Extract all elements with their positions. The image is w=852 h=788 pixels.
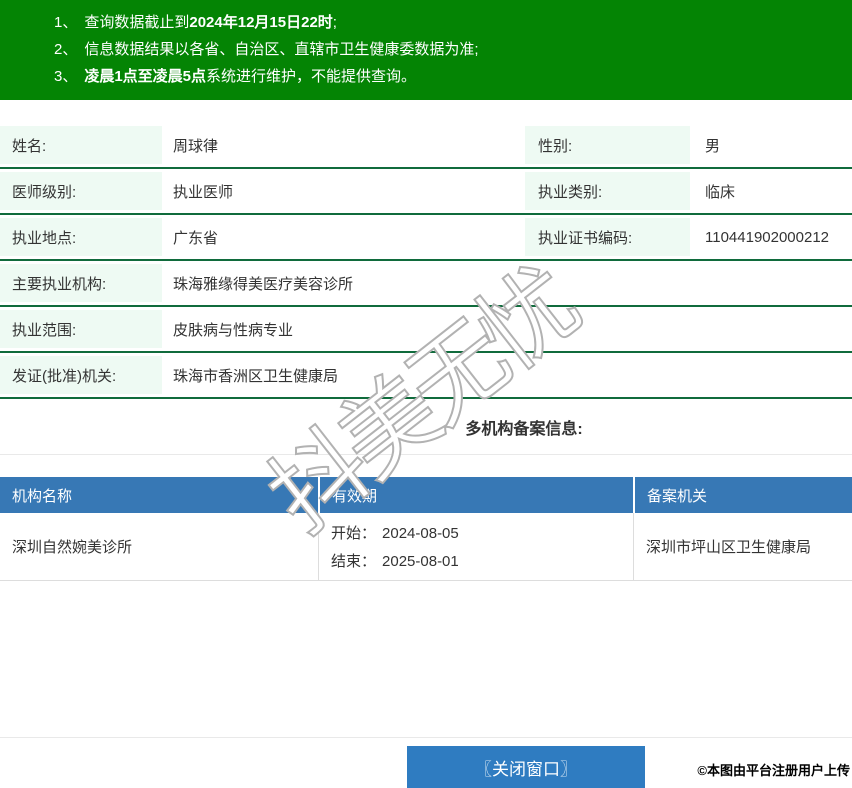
- info-row-main-institution: 主要执业机构: 珠海雅缘得美医疗美容诊所: [0, 261, 852, 307]
- validity-start-date: 2024-08-05: [382, 525, 459, 542]
- upload-copyright-note: ©本图由平台注册用户上传: [697, 763, 850, 778]
- validity-end: 结束： 2025-08-01: [331, 550, 459, 571]
- field-label-level: 医师级别:: [0, 172, 162, 210]
- field-label-category: 执业类别:: [525, 172, 690, 210]
- close-window-button[interactable]: 〖关闭窗口〗: [407, 746, 645, 788]
- notice-text-bold: 2024年12月15日22时: [189, 14, 333, 31]
- notice-line-1: 1、 查询数据截止到2024年12月15日22时;: [54, 9, 832, 36]
- notice-text: 信息数据结果以各省、自治区、直辖市卫生健康委数据为准;: [84, 41, 479, 58]
- filing-table: 机构名称 有效期 备案机关 深圳自然婉美诊所 开始： 2024-08-05 结束：…: [0, 477, 852, 581]
- field-label-cert-number: 执业证书编码:: [525, 218, 690, 256]
- filing-header-validity: 有效期: [318, 477, 633, 513]
- validity-end-date: 2025-08-01: [382, 553, 459, 570]
- field-value-gender: 男: [705, 137, 721, 155]
- filing-authority-cell: 深圳市坪山区卫生健康局: [633, 513, 852, 580]
- filing-header-institution: 机构名称: [12, 487, 73, 505]
- field-label-main-institution: 主要执业机构:: [0, 264, 162, 302]
- info-row-level-category: 医师级别: 执业医师 执业类别: 临床: [0, 169, 852, 215]
- field-label-location: 执业地点:: [0, 218, 162, 256]
- field-value-cert-number: 110441902000212: [705, 228, 830, 246]
- info-row-issuing-authority: 发证(批准)机关: 珠海市香洲区卫生健康局: [0, 353, 852, 399]
- notice-text-bold: 凌晨1点至凌晨5点: [84, 68, 207, 85]
- notice-number: 1、: [54, 14, 78, 31]
- notice-banner: 1、 查询数据截止到2024年12月15日22时; 2、 信息数据结果以各省、自治区…: [0, 0, 852, 100]
- validity-start: 开始： 2024-08-05: [331, 522, 459, 543]
- divider-top: [0, 454, 852, 455]
- field-value-category: 临床: [705, 183, 736, 201]
- notice-number: 2、: [54, 41, 78, 58]
- divider-bottom: [0, 737, 852, 738]
- field-label-name: 姓名:: [0, 126, 162, 164]
- field-label-gender: 性别:: [525, 126, 690, 164]
- validity-end-label: 结束：: [331, 553, 377, 570]
- filing-header-authority: 备案机关: [633, 477, 852, 513]
- filing-row: 深圳自然婉美诊所 开始： 2024-08-05 结束： 2025-08-01 深圳市…: [0, 513, 852, 581]
- field-value-main-institution: 珠海雅缘得美医疗美容诊所: [173, 275, 354, 293]
- notice-text: 系统进行维护，不能提供查询。: [206, 68, 417, 85]
- institution-name-cell: 深圳自然婉美诊所: [12, 539, 133, 556]
- notice-line-3: 3、 凌晨1点至凌晨5点系统进行维护，不能提供查询。: [54, 63, 832, 90]
- notice-number: 3、: [54, 68, 78, 85]
- field-value-issuing-authority: 珠海市香洲区卫生健康局: [173, 367, 339, 385]
- filing-header-row: 机构名称 有效期 备案机关: [0, 477, 852, 513]
- notice-text: 查询数据截止到: [84, 14, 190, 31]
- practitioner-info-table: 姓名: 周球律 性别: 男 医师级别: 执业医师 执业类别: 临床 执业地点: …: [0, 123, 852, 399]
- info-row-location-certno: 执业地点: 广东省 执业证书编码: 110441902000212: [0, 215, 852, 261]
- field-value-name: 周球律: [173, 137, 219, 155]
- section-title-multi-institution: 多机构备案信息:: [465, 421, 583, 438]
- notice-text: ;: [332, 14, 337, 31]
- info-row-scope: 执业范围: 皮肤病与性病专业: [0, 307, 852, 353]
- field-label-scope: 执业范围:: [0, 310, 162, 348]
- validity-cell: 开始： 2024-08-05 结束： 2025-08-01: [318, 513, 633, 580]
- validity-start-label: 开始：: [331, 525, 377, 542]
- notice-line-2: 2、 信息数据结果以各省、自治区、直辖市卫生健康委数据为准;: [54, 36, 832, 63]
- field-value-level: 执业医师: [173, 183, 234, 201]
- field-value-scope: 皮肤病与性病专业: [173, 321, 294, 339]
- field-label-issuing-authority: 发证(批准)机关:: [0, 356, 162, 394]
- field-value-location: 广东省: [173, 229, 219, 247]
- info-row-name-gender: 姓名: 周球律 性别: 男: [0, 123, 852, 169]
